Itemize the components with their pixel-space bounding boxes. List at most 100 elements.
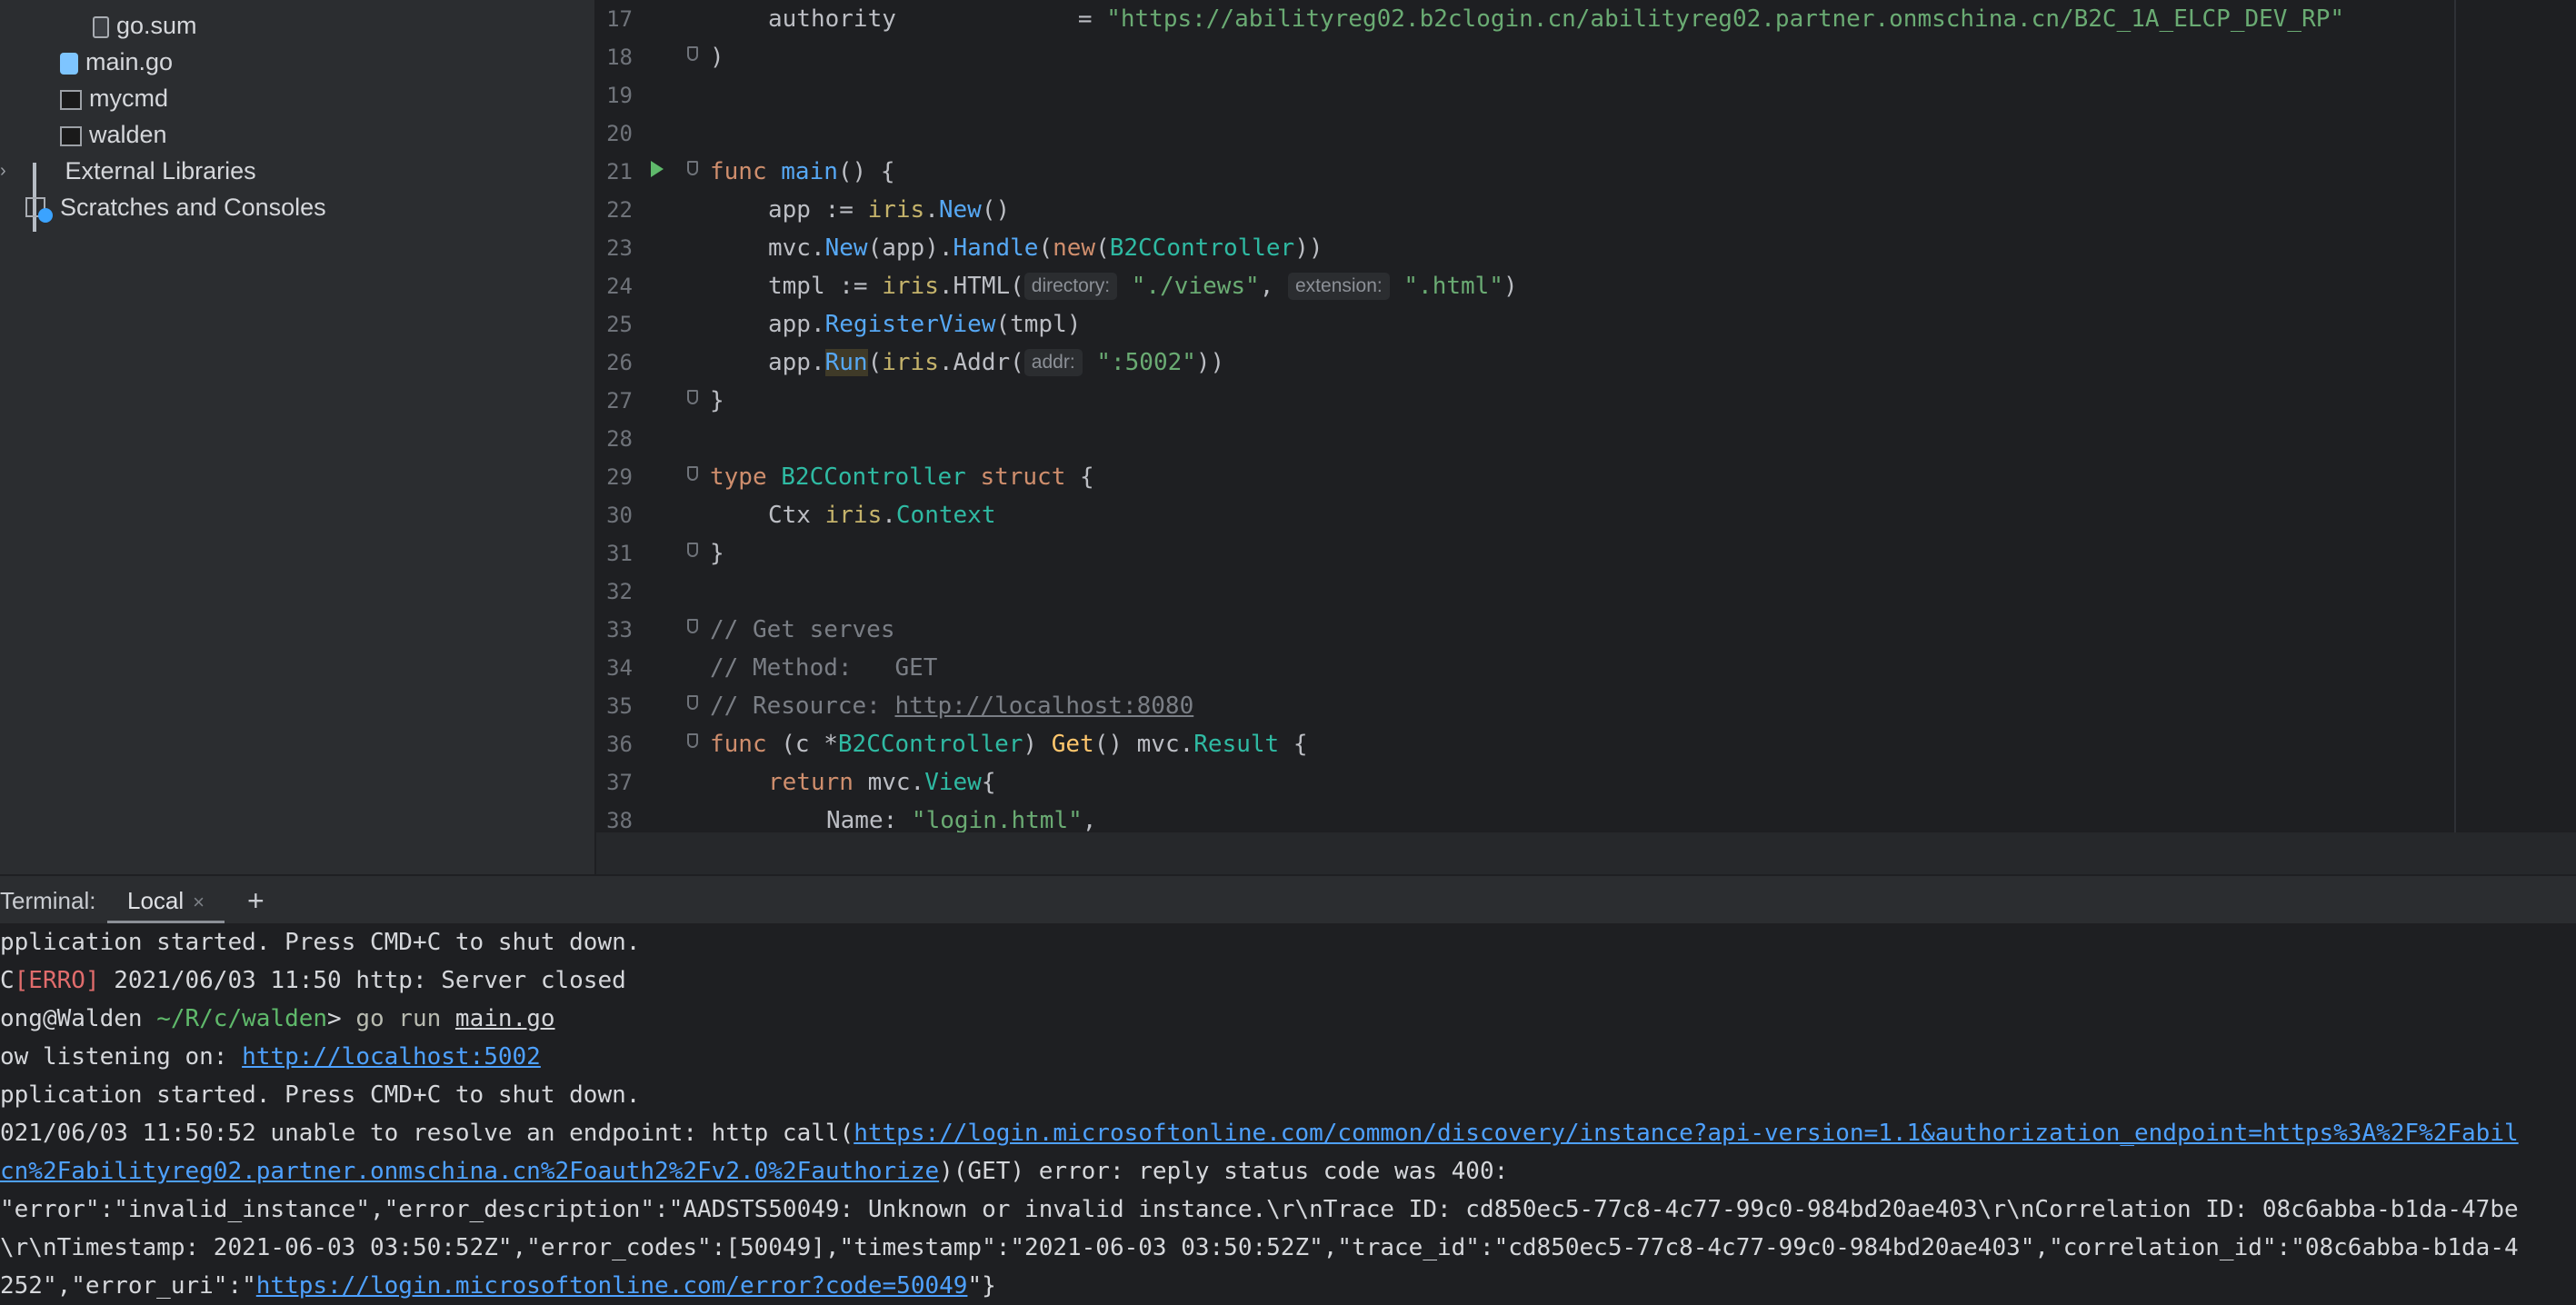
terminal-line: cn%2Fabilityreg02.partner.onmschina.cn%2… xyxy=(0,1158,1509,1185)
line-number: 34 xyxy=(606,655,633,681)
terminal-prompt-line: ong@Walden ~/R/c/walden> go run main.go xyxy=(0,1005,555,1032)
terminal-line: C[ERRO] 2021/06/03 11:50 http: Server cl… xyxy=(0,967,626,994)
terminal-line: "error":"invalid_instance","error_descri… xyxy=(0,1196,2519,1223)
line-number: 24 xyxy=(606,274,633,299)
terminal-line: pplication started. Press CMD+C to shut … xyxy=(0,1081,641,1109)
terminal-line: 252","error_uri":"https://login.microsof… xyxy=(0,1272,996,1300)
code-line-27[interactable]: } xyxy=(710,382,724,420)
terminal-line: \r\nTimestamp: 2021-06-03 03:50:52Z","er… xyxy=(0,1234,2519,1261)
line-number: 23 xyxy=(606,235,633,261)
line-number: 25 xyxy=(606,312,633,337)
line-number: 28 xyxy=(606,426,633,452)
code-line-17[interactable]: authority = "https://abilityreg02.b2clogi… xyxy=(768,0,2344,38)
code-line-35[interactable]: // Resource: http://localhost:8080 xyxy=(710,687,1193,725)
fold-marker-icon[interactable] xyxy=(687,46,698,61)
line-number: 22 xyxy=(606,197,633,223)
line-number: 31 xyxy=(606,541,633,566)
terminal-line: ow listening on: http://localhost:5002 xyxy=(0,1043,541,1071)
code-line-24[interactable]: tmpl := iris.HTML(directory: "./views", … xyxy=(768,267,1518,305)
terminal-link[interactable]: cn%2Fabilityreg02.partner.onmschina.cn%2… xyxy=(0,1158,939,1185)
library-icon xyxy=(32,162,58,232)
tree-item-external-libraries[interactable]: › External Libraries xyxy=(0,153,256,232)
executable-icon xyxy=(60,89,82,110)
tree-item-go-sum[interactable]: go.sum xyxy=(93,7,197,44)
code-editor[interactable]: 17 18 19 20 21 22 23 24 25 26 27 28 29 3… xyxy=(596,0,2576,832)
line-number: 33 xyxy=(606,617,633,643)
code-line-23[interactable]: mvc.New(app).Handle(new(B2CController)) xyxy=(768,229,1323,267)
tree-item-mycmd[interactable]: mycmd xyxy=(60,80,168,116)
comment-link[interactable]: http://localhost:8080 xyxy=(895,692,1194,720)
tree-item-label: mycmd xyxy=(89,85,168,112)
chevron-right-icon[interactable]: › xyxy=(0,153,6,189)
parameter-hint: extension: xyxy=(1288,273,1390,300)
close-icon[interactable]: × xyxy=(193,891,205,913)
tree-item-label: main.go xyxy=(85,48,174,75)
code-line-29[interactable]: type B2CController struct { xyxy=(710,458,1094,496)
line-number: 29 xyxy=(606,464,633,490)
parameter-hint: directory: xyxy=(1023,273,1118,300)
code-line-26[interactable]: app.Run(iris.Addr(addr: ":5002")) xyxy=(768,344,1224,382)
terminal-line: 021/06/03 11:50:52 unable to resolve an … xyxy=(0,1120,2519,1147)
error-tag: [ERRO] xyxy=(14,967,100,994)
code-line-21[interactable]: func main() { xyxy=(710,153,895,191)
terminal-title: Terminal: xyxy=(0,887,96,914)
fold-marker-icon[interactable] xyxy=(687,390,698,404)
code-line-33[interactable]: // Get serves xyxy=(710,611,895,649)
tree-item-main-go[interactable]: main.go xyxy=(60,44,173,80)
line-number: 32 xyxy=(606,579,633,604)
highlighted-usage: Run xyxy=(824,349,868,376)
code-line-37[interactable]: return mvc.View{ xyxy=(768,763,995,802)
fold-marker-icon[interactable] xyxy=(687,733,698,748)
fold-marker-icon[interactable] xyxy=(687,695,698,710)
command-file-link[interactable]: main.go xyxy=(455,1005,555,1032)
scratches-icon xyxy=(25,195,53,223)
terminal-link[interactable]: https://login.microsoftonline.com/common… xyxy=(854,1120,2518,1147)
code-line-25[interactable]: app.RegisterView(tmpl) xyxy=(768,305,1081,344)
run-gutter-icon[interactable] xyxy=(651,161,664,177)
line-number: 38 xyxy=(606,808,633,832)
line-number: 35 xyxy=(606,693,633,719)
fold-marker-icon[interactable] xyxy=(687,543,698,557)
right-margin-guide xyxy=(2454,0,2456,832)
terminal-line: pplication started. Press CMD+C to shut … xyxy=(0,929,641,956)
code-line-34[interactable]: // Method: GET xyxy=(710,649,937,687)
line-number: 26 xyxy=(606,350,633,375)
terminal-output[interactable]: pplication started. Press CMD+C to shut … xyxy=(0,923,2576,1305)
line-number: 36 xyxy=(606,732,633,757)
parameter-hint: addr: xyxy=(1023,349,1083,376)
line-number: 21 xyxy=(606,159,633,184)
code-line-31[interactable]: } xyxy=(710,534,724,573)
prompt-path: ~/R/c/walden xyxy=(156,1005,328,1032)
fold-marker-icon[interactable] xyxy=(687,466,698,481)
code-line-22[interactable]: app := iris.New() xyxy=(768,191,1010,229)
line-number: 20 xyxy=(606,121,633,146)
tree-item-label: go.sum xyxy=(116,12,197,39)
line-number: 18 xyxy=(606,45,633,70)
line-number: 30 xyxy=(606,503,633,528)
code-line-36[interactable]: func (c *B2CController) Get() mvc.Result… xyxy=(710,725,1308,763)
fold-marker-icon[interactable] xyxy=(687,161,698,175)
line-number: 27 xyxy=(606,388,633,413)
executable-icon xyxy=(60,125,82,146)
line-number: 17 xyxy=(606,6,633,32)
tab-label: Local xyxy=(127,887,185,914)
line-gutter: 17 18 19 20 21 22 23 24 25 26 27 28 29 3… xyxy=(596,0,698,832)
tree-item-walden[interactable]: walden xyxy=(60,116,167,153)
file-icon xyxy=(93,15,109,38)
tree-item-label: walden xyxy=(89,121,167,148)
go-file-icon xyxy=(60,52,78,75)
terminal-header: Terminal: Local × + xyxy=(0,874,2576,925)
tree-item-label: Scratches and Consoles xyxy=(60,194,326,221)
terminal-link[interactable]: https://login.microsoftonline.com/error?… xyxy=(256,1272,968,1300)
code-line-18[interactable]: ) xyxy=(710,38,724,76)
line-number: 37 xyxy=(606,770,633,795)
tree-item-label: External Libraries xyxy=(65,157,256,184)
terminal-link[interactable]: http://localhost:5002 xyxy=(242,1043,541,1071)
fold-marker-icon[interactable] xyxy=(687,619,698,633)
tree-item-scratches[interactable]: Scratches and Consoles xyxy=(25,189,326,225)
project-tree-panel: go.sum main.go mycmd walden › External L… xyxy=(0,0,596,874)
code-line-30[interactable]: Ctx iris.Context xyxy=(768,496,995,534)
new-terminal-tab-button[interactable]: + xyxy=(247,876,265,925)
terminal-tab-local[interactable]: Local × xyxy=(107,876,225,925)
code-line-38[interactable]: Name: "login.html", xyxy=(826,802,1096,832)
